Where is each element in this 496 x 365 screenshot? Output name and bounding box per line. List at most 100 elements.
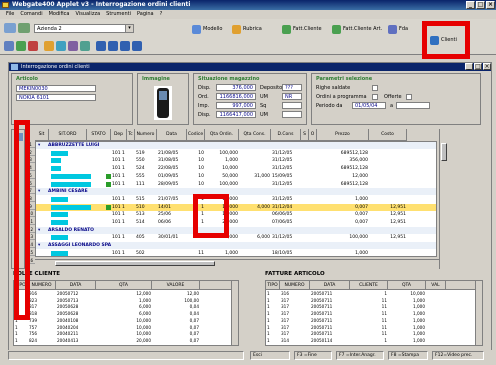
next-icon[interactable]: [120, 41, 130, 51]
child-maximize-button[interactable]: □: [474, 63, 482, 70]
company-select[interactable]: Azienda 2 ▾: [34, 24, 134, 33]
bolle-col-header[interactable]: DATA: [56, 281, 96, 290]
order-row[interactable]: 101 1 502 11 1,000 18/10/05 1,000: [36, 250, 436, 256]
back-icon[interactable]: [4, 41, 14, 51]
refresh-icon[interactable]: [18, 23, 30, 33]
orders-col-header[interactable]: O: [309, 129, 317, 141]
order-row[interactable]: 101 1 513 25/06 1 10,000 06/06/05 0,007 12,951: [36, 211, 436, 218]
menu-item-6[interactable]: ?: [160, 11, 163, 17]
toolbar-button-1[interactable]: Rubrica: [230, 22, 263, 35]
bolle-col-header[interactable]: VALORE: [152, 281, 200, 290]
orders-grid-scrollbar[interactable]: [439, 129, 448, 269]
fatture-row[interactable]: 1 316 20050711 1 10,000: [266, 291, 482, 297]
user-icon[interactable]: [4, 23, 16, 33]
fatture-col-header[interactable]: DATA: [310, 281, 350, 290]
customer-group-row[interactable]: ▾ AMBINI CESARE: [36, 188, 436, 196]
orders-grid-hscroll-thumb[interactable]: [55, 261, 215, 266]
bolle-row[interactable]: 1 756 20040211 10,000 0,07: [14, 331, 238, 337]
params-offers-checkbox[interactable]: [406, 94, 412, 100]
function-key-2[interactable]: F7 =Inter.Anagr.: [336, 351, 384, 360]
orders-grid-scroll-thumb[interactable]: [441, 143, 447, 161]
fatture-row[interactable]: 1 317 20050711 11 1,000: [266, 325, 482, 331]
order-row[interactable]: 101 1 510 14/01 1 10,000 4,000 31/12/04 0,007 12…: [36, 203, 436, 211]
function-key-4[interactable]: F12=Video prec.: [432, 351, 484, 360]
orders-col-header[interactable]: Qta Cons.: [239, 129, 271, 141]
prev-icon[interactable]: [108, 41, 118, 51]
fatture-col-header[interactable]: NUMERO: [280, 281, 310, 290]
orders-col-header[interactable]: Tc: [127, 129, 135, 141]
order-row[interactable]: 101 1 111 28/09/05 10 100,000 31/12/05 689512,…: [36, 181, 436, 188]
params-closed-rows-checkbox[interactable]: [372, 85, 378, 91]
save-icon[interactable]: [80, 41, 90, 51]
orders-col-header[interactable]: Costo: [369, 129, 407, 141]
stop-icon[interactable]: [28, 41, 38, 51]
orders-col-header[interactable]: Data: [157, 129, 187, 141]
fatture-row[interactable]: 1 317 20050711 11 1,000: [266, 304, 482, 310]
fatture-scrollbar[interactable]: [475, 281, 482, 345]
child-close-button[interactable]: ×: [483, 63, 491, 70]
toolbar-button-0[interactable]: Modello: [190, 22, 223, 35]
article-code-field[interactable]: MEKIN0030: [16, 85, 96, 92]
bolle-row[interactable]: 1 916 20050712 12,000 12,00: [14, 291, 238, 297]
params-scheduled-orders-checkbox[interactable]: [372, 94, 378, 100]
maximize-button[interactable]: □: [476, 1, 485, 9]
order-row[interactable]: 101 1 524 22/08/05 10 10,000 31/12/05 689512,1…: [36, 165, 436, 172]
minimize-button[interactable]: _: [466, 1, 475, 9]
customer-group-row[interactable]: ▾ ABBRUZZETTE LUIGI: [36, 142, 436, 149]
menu-item-0[interactable]: File: [6, 11, 14, 17]
fatture-row[interactable]: 1 317 20050711 11 1,000: [266, 318, 482, 324]
fatture-row[interactable]: 1 314 20050114 1 1,000: [266, 338, 482, 344]
fatture-col-header[interactable]: CLIENTE: [350, 281, 388, 290]
menu-item-2[interactable]: Modifica: [49, 11, 70, 17]
expand-icon[interactable]: ▾: [38, 242, 46, 249]
toolbar-button-2[interactable]: Fatt.Cliente: [280, 22, 323, 35]
first-icon[interactable]: [96, 41, 106, 51]
fatture-col-header[interactable]: QTA: [388, 281, 426, 290]
orders-col-header[interactable]: D.Cons: [271, 129, 301, 141]
expand-icon[interactable]: ▾: [38, 188, 46, 195]
bolle-row[interactable]: 1 818 20050628 6,000 0,04: [14, 311, 238, 317]
fatture-row[interactable]: 1 317 20050711 11 1,000: [266, 331, 482, 337]
customer-group-row[interactable]: ▾ ARSALDO RENATO: [36, 226, 436, 234]
bolle-row[interactable]: 1 817 20050628 6,000 0,04: [14, 304, 238, 310]
expand-icon[interactable]: ▾: [38, 142, 46, 149]
fatture-row[interactable]: 1 317 20050711 11 1,000: [266, 311, 482, 317]
function-key-1[interactable]: F3 =Fine: [294, 351, 332, 360]
fatture-row[interactable]: 1 317 20050711 11 1,000: [266, 298, 482, 304]
bolle-row[interactable]: 1 824 20040413 20,000 0,07: [14, 338, 238, 344]
forward-icon[interactable]: [16, 41, 26, 51]
orders-col-header[interactable]: Dep: [111, 129, 127, 141]
menu-item-5[interactable]: Pagina: [137, 11, 154, 17]
order-row[interactable]: 101 1 405 30/01/01 9 10,000 6,000 31/12/05 100,…: [36, 234, 436, 241]
orders-col-header[interactable]: SIT.ORD: [49, 129, 87, 141]
article-desc-field[interactable]: NOKIA 6101: [16, 94, 96, 101]
last-icon[interactable]: [132, 41, 142, 51]
orders-col-header[interactable]: Prezzo: [317, 129, 369, 141]
params-period-from-field[interactable]: 01/05/04: [352, 102, 386, 109]
menu-item-3[interactable]: Visualizza: [76, 11, 101, 17]
function-key-0[interactable]: Esci: [250, 351, 290, 360]
function-key-3[interactable]: F8 =Stampa: [388, 351, 428, 360]
menu-item-4[interactable]: Strumenti: [106, 11, 131, 17]
bolle-col-header[interactable]: QTA: [96, 281, 152, 290]
orders-col-header[interactable]: S: [301, 129, 309, 141]
bolle-row[interactable]: 1 739 20040108 10,000 0,07: [14, 318, 238, 324]
chevron-down-icon[interactable]: ▾: [125, 25, 133, 32]
orders-col-header[interactable]: STATO: [87, 129, 111, 141]
order-row[interactable]: 101 1 514 06/06 1 25,000 07/06/05 0,007 12,951: [36, 219, 436, 226]
fatture-col-header[interactable]: VAL: [426, 281, 446, 290]
menu-item-1[interactable]: Comandi: [20, 11, 42, 17]
print-icon[interactable]: [68, 41, 78, 51]
orders-col-header[interactable]: Codice: [187, 129, 205, 141]
search-icon[interactable]: [56, 41, 66, 51]
order-row[interactable]: 101 1 515 21/07/05 1 10,000 31/12/05 1,000: [36, 196, 436, 203]
customer-group-row[interactable]: ▾ ASSAGGI LEONARDO SPA: [36, 242, 436, 250]
order-row[interactable]: 101 1 519 21/08/05 10 100,000 31/12/05 689512,…: [36, 150, 436, 157]
bolle-scrollbar[interactable]: [231, 281, 238, 345]
order-row[interactable]: 101 1 550 31/08/05 10 1,000 31/12/05 356,000: [36, 157, 436, 164]
close-button[interactable]: ×: [486, 1, 495, 9]
bolle-row[interactable]: 1 823 20050713 1,000 100,00: [14, 298, 238, 304]
order-row[interactable]: 101 1 555 01/09/05 10 50,000 31,000 15/09/05 12…: [36, 173, 436, 180]
orders-grid-hscrollbar[interactable]: [35, 259, 439, 267]
home-icon[interactable]: [44, 41, 54, 51]
